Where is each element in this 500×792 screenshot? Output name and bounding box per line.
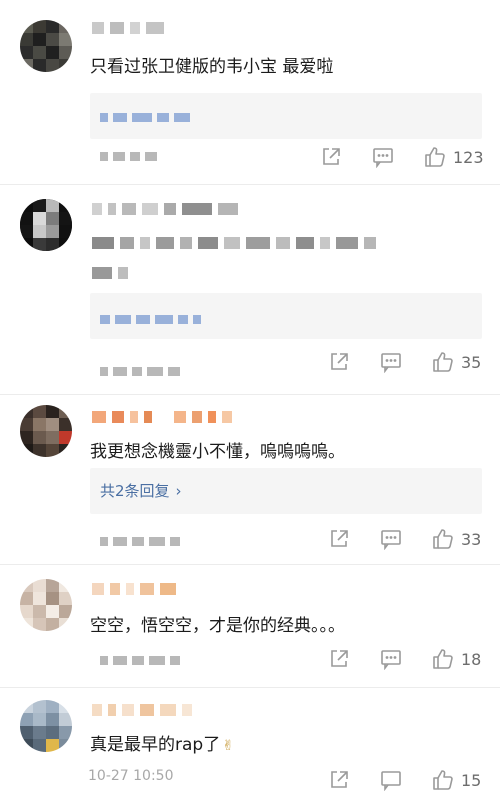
like-count: 35 [461,352,482,372]
comment-actions: 15 [320,768,490,792]
like-button[interactable]: 33 [431,527,481,551]
comment-icon [381,530,401,550]
comment-button[interactable] [380,647,402,671]
comment-actions: 18 [320,647,490,671]
comment-time: 10-27 10:50 [88,768,174,784]
thumbs-up-icon [433,770,453,790]
link-preview[interactable] [100,113,195,123]
share-icon [323,148,340,165]
link-preview-box[interactable] [90,93,482,139]
comment-button[interactable] [372,145,394,169]
comment-item: 真是最早的rap了 ✌ 10-27 10:50 15 [0,688,500,791]
like-button[interactable]: 35 [431,350,481,374]
comment-actions: 123 [320,145,490,169]
reply-count-label: 共2条回复 [100,482,170,500]
username[interactable] [92,22,170,34]
comment-button[interactable] [380,527,402,551]
comment-text: 只看过张卫健版的韦小宝 最爱啦 [90,57,334,77]
comment-item: 只看过张卫健版的韦小宝 最爱啦 123 [0,0,500,185]
comment-icon [373,148,393,168]
comment-button[interactable] [380,350,402,374]
comment-time [100,656,185,666]
like-count: 123 [453,147,484,167]
comment-text: 空空，悟空空，才是你的经典。。。 [90,616,345,636]
share-icon [331,530,348,547]
share-button[interactable] [328,768,350,792]
avatar[interactable] [20,20,72,72]
avatar[interactable] [20,579,72,631]
comment-text-line2 [92,267,134,279]
avatar[interactable] [20,405,72,457]
share-button[interactable] [328,527,350,551]
thumbs-up-icon [425,147,445,167]
comment-feed: 只看过张卫健版的韦小宝 最爱啦 123 35 我更想念機靈小不懂，嗚嗚嗚嗚。 共… [0,0,500,791]
username[interactable] [92,704,198,716]
view-replies-link[interactable]: 共2条回复 › [100,480,182,501]
share-button[interactable] [328,350,350,374]
comment-text-content: 真是最早的rap了 [90,735,221,755]
comment-time [100,367,185,377]
share-icon [331,771,348,788]
comment-text [92,237,382,249]
like-count: 18 [461,649,482,669]
thumbs-up-icon [433,529,453,549]
like-count: 15 [461,770,482,790]
comment-text: 真是最早的rap了 ✌ [90,730,234,755]
emoji-icon: ✌ [222,738,234,754]
comment-icon [381,353,401,373]
like-count: 33 [461,529,482,549]
username[interactable] [92,411,238,423]
comment-icon [381,650,401,670]
comment-item: 空空，悟空空，才是你的经典。。。 18 [0,565,500,687]
comment-actions: 35 [320,350,490,374]
comment-icon [381,771,401,791]
chevron-right-icon: › [175,482,182,500]
reply-box[interactable]: 共2条回复 › [90,468,482,514]
comment-time [100,537,185,547]
share-button[interactable] [320,145,342,169]
avatar[interactable] [20,199,72,251]
thumbs-up-icon [433,649,453,669]
comment-text: 我更想念機靈小不懂，嗚嗚嗚嗚。 [90,442,345,462]
link-preview-box[interactable] [90,293,482,339]
comment-time [100,152,162,162]
link-preview[interactable] [100,315,206,325]
share-icon [331,650,348,667]
comment-item: 我更想念機靈小不懂，嗚嗚嗚嗚。 共2条回复 › 33 [0,395,500,565]
like-button[interactable]: 15 [431,768,481,792]
share-button[interactable] [328,647,350,671]
avatar[interactable] [20,700,72,752]
thumbs-up-icon [433,352,453,372]
share-icon [331,353,348,370]
username[interactable] [92,583,182,595]
comment-item: 35 [0,185,500,395]
comment-actions: 33 [320,527,490,551]
username[interactable] [92,203,244,215]
like-button[interactable]: 123 [423,145,484,169]
comment-button[interactable] [380,768,402,792]
like-button[interactable]: 18 [431,647,481,671]
